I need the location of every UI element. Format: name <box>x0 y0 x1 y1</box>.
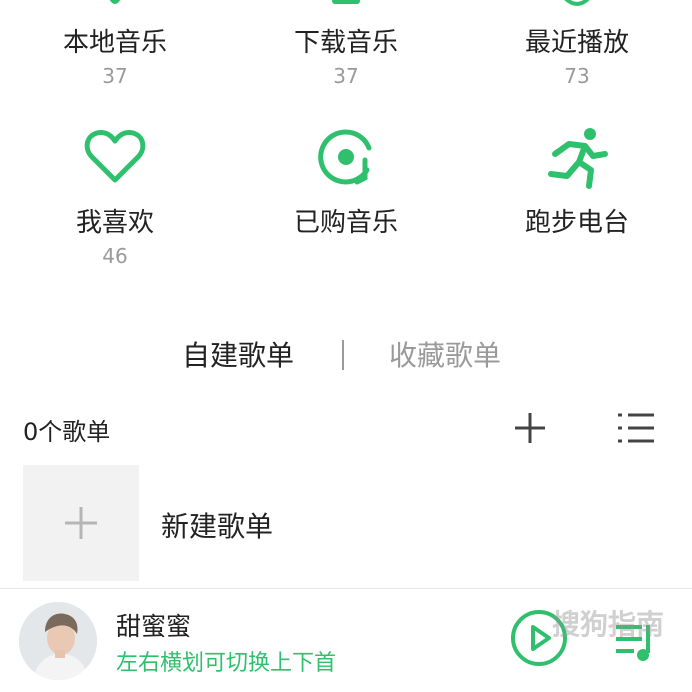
plus-icon <box>65 507 97 539</box>
new-playlist-label: 新建歌单 <box>161 510 274 543</box>
playlist-tabs: 自建歌单 收藏歌单 <box>0 334 692 378</box>
playlist-count: 0个歌单 <box>23 418 111 446</box>
shortcut-grid: 本地音乐 37 下载音乐 37 最近播放 73 我喜欢 46 已购音乐 跑步电台 <box>0 0 692 290</box>
album-avatar[interactable] <box>19 602 97 680</box>
local-music-icon <box>109 0 121 4</box>
shortcut-label: 下载音乐 <box>293 28 398 58</box>
shortcut-label: 最近播放 <box>524 28 629 58</box>
tab-collected-playlists[interactable]: 收藏歌单 <box>389 334 501 374</box>
shortcut-label: 跑步电台 <box>524 208 629 238</box>
shortcut-count: 73 <box>564 64 590 88</box>
shortcut-label: 本地音乐 <box>62 28 167 58</box>
heart-icon <box>84 130 146 183</box>
tab-divider <box>342 340 344 370</box>
download-icon <box>332 0 360 4</box>
tab-created-playlists[interactable]: 自建歌单 <box>182 334 294 374</box>
recent-play-icon <box>564 0 590 6</box>
new-playlist-thumbnail <box>23 465 139 581</box>
mini-player[interactable]: 甜蜜蜜 左右横划可切换上下首 搜狗指南 <box>0 588 692 692</box>
shortcut-count: 46 <box>102 244 128 268</box>
plus-icon[interactable] <box>512 410 548 446</box>
swipe-hint: 左右横划可切换上下首 <box>116 651 337 676</box>
running-icon <box>548 128 608 189</box>
list-menu-icon[interactable] <box>614 410 656 446</box>
song-title: 甜蜜蜜 <box>116 612 192 641</box>
purchased-disc-icon <box>318 129 372 185</box>
shortcut-label: 已购音乐 <box>293 208 398 238</box>
shortcut-count: 37 <box>333 64 359 88</box>
playlist-header: 0个歌单 <box>0 408 692 448</box>
shortcut-label: 我喜欢 <box>75 208 154 238</box>
shortcut-count: 37 <box>102 64 128 88</box>
new-playlist-item[interactable]: 新建歌单 <box>23 465 663 581</box>
watermark: 搜狗指南 <box>551 608 664 641</box>
